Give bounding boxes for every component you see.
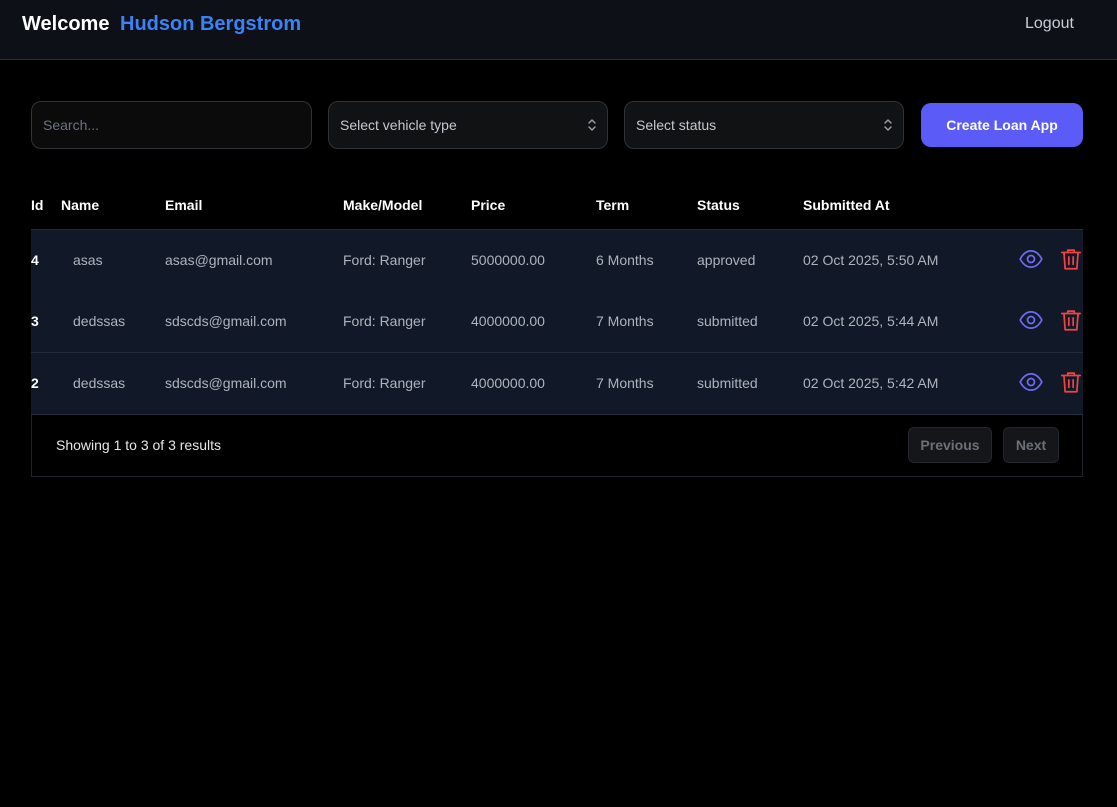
trash-icon[interactable] — [1058, 369, 1084, 395]
pagination-footer: Showing 1 to 3 of 3 results Previous Nex… — [31, 415, 1083, 477]
trash-icon[interactable] — [1058, 307, 1084, 333]
cell-term: 7 Months — [596, 313, 654, 329]
column-header-name: Name — [61, 197, 100, 213]
top-bar: Welcome Hudson Bergstrom Logout — [0, 0, 1117, 60]
cell-price: 4000000.00 — [471, 375, 545, 391]
table-row: 4 asas asas@gmail.com Ford: Ranger 50000… — [31, 229, 1083, 292]
cell-make-model: Ford: Ranger — [343, 375, 426, 391]
cell-email: sdscds@gmail.com — [165, 375, 287, 391]
column-header-email: Email — [165, 197, 203, 213]
chevron-up-down-icon — [588, 119, 596, 131]
status-select-label: Select status — [636, 117, 717, 133]
status-select[interactable]: Select status — [624, 101, 904, 149]
table-row: 3 dedssas sdscds@gmail.com Ford: Ranger … — [31, 291, 1083, 353]
cell-id: 4 — [31, 252, 39, 268]
trash-icon[interactable] — [1058, 246, 1084, 272]
cell-make-model: Ford: Ranger — [343, 313, 426, 329]
previous-button[interactable]: Previous — [908, 427, 992, 463]
cell-status: submitted — [697, 313, 758, 329]
cell-make-model: Ford: Ranger — [343, 252, 426, 268]
eye-icon[interactable] — [1018, 246, 1044, 272]
cell-name: asas — [73, 252, 103, 268]
column-header-term: Term — [596, 197, 630, 213]
cell-status: approved — [697, 252, 756, 268]
column-header-status: Status — [697, 197, 740, 213]
vehicle-type-select[interactable]: Select vehicle type — [328, 101, 608, 149]
chevron-up-down-icon — [884, 119, 892, 131]
eye-icon[interactable] — [1018, 369, 1044, 395]
cell-name: dedssas — [73, 375, 126, 391]
create-loan-app-button[interactable]: Create Loan App — [921, 103, 1083, 147]
vehicle-type-select-label: Select vehicle type — [340, 117, 457, 133]
cell-id: 3 — [31, 313, 39, 329]
cell-term: 7 Months — [596, 375, 654, 391]
logout-link[interactable]: Logout — [1025, 14, 1074, 34]
cell-price: 4000000.00 — [471, 313, 545, 329]
column-header-submitted-at: Submitted At — [803, 197, 890, 213]
cell-email: asas@gmail.com — [165, 252, 273, 268]
search-input[interactable] — [31, 101, 312, 149]
column-header-make-model: Make/Model — [343, 197, 423, 213]
cell-submitted-at: 02 Oct 2025, 5:50 AM — [803, 252, 939, 268]
user-name: Hudson Bergstrom — [120, 13, 302, 35]
cell-submitted-at: 02 Oct 2025, 5:42 AM — [803, 375, 939, 391]
welcome-label: Welcome — [22, 13, 110, 35]
cell-email: sdscds@gmail.com — [165, 313, 287, 329]
cell-status: submitted — [697, 375, 758, 391]
cell-term: 6 Months — [596, 252, 654, 268]
column-header-id: Id — [31, 197, 44, 213]
cell-id: 2 — [31, 375, 39, 391]
cell-submitted-at: 02 Oct 2025, 5:44 AM — [803, 313, 939, 329]
next-button[interactable]: Next — [1003, 427, 1059, 463]
cell-name: dedssas — [73, 313, 126, 329]
results-summary: Showing 1 to 3 of 3 results — [56, 437, 221, 453]
column-header-price: Price — [471, 197, 506, 213]
table-row: 2 dedssas sdscds@gmail.com Ford: Ranger … — [31, 353, 1083, 415]
eye-icon[interactable] — [1018, 307, 1044, 333]
cell-price: 5000000.00 — [471, 252, 545, 268]
